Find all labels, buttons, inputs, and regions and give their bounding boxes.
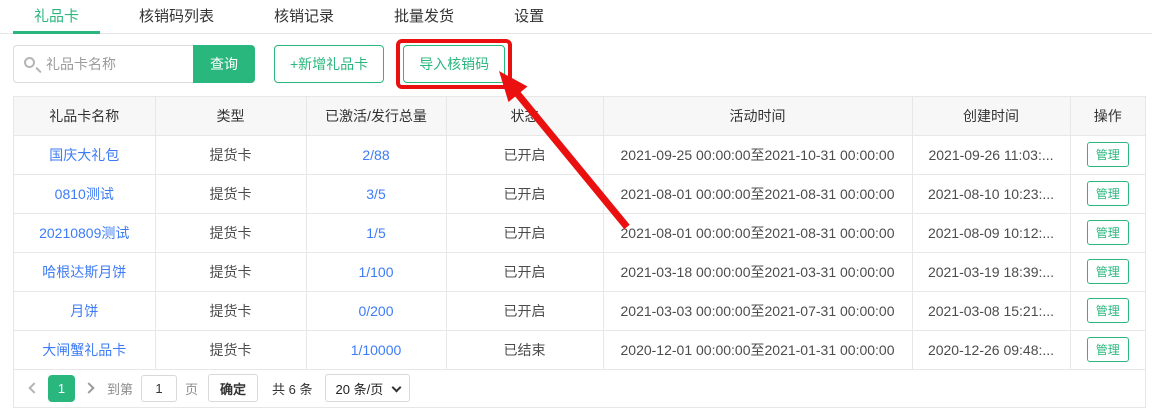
tab-gift-card[interactable]: 礼品卡 xyxy=(13,0,100,34)
pagination-bar: 1 到第 页 确定 共 6 条 20 条/页 xyxy=(14,370,1145,407)
table-row: 0810测试 提货卡 3/5 已开启 2021-08-01 00:00:00至2… xyxy=(14,174,1145,213)
tab-redeem-code-list[interactable]: 核销码列表 xyxy=(118,0,235,34)
type-cell: 提货卡 xyxy=(155,135,306,174)
page-size-value: 20 条/页 xyxy=(336,379,384,398)
manage-button[interactable]: 管理 xyxy=(1087,298,1129,323)
tab-settings[interactable]: 设置 xyxy=(493,0,565,34)
tab-bar: 礼品卡 核销码列表 核销记录 批量发货 设置 xyxy=(0,0,1152,34)
gift-card-name-link[interactable]: 20210809测试 xyxy=(39,225,129,241)
prev-page-icon[interactable] xyxy=(28,382,39,393)
header-name: 礼品卡名称 xyxy=(14,97,155,135)
toolbar: 查询 +新增礼品卡 导入核销码 xyxy=(13,40,1152,88)
gift-card-name-link[interactable]: 大闸蟹礼品卡 xyxy=(42,342,126,358)
add-gift-card-button[interactable]: +新增礼品卡 xyxy=(274,45,384,83)
status-cell: 已开启 xyxy=(446,252,603,291)
total-count-label: 共 6 条 xyxy=(272,379,312,398)
query-button[interactable]: 查询 xyxy=(193,45,255,83)
confirm-page-button[interactable]: 确定 xyxy=(208,374,258,402)
header-activity-time: 活动时间 xyxy=(603,97,912,135)
created-time-cell: 2020-12-26 09:48:... xyxy=(912,330,1070,369)
type-cell: 提货卡 xyxy=(155,252,306,291)
header-created-time: 创建时间 xyxy=(912,97,1070,135)
created-time-cell: 2021-09-26 11:03:... xyxy=(912,135,1070,174)
import-redeem-code-button[interactable]: 导入核销码 xyxy=(403,45,505,83)
gift-card-name-link[interactable]: 哈根达斯月饼 xyxy=(42,264,126,280)
gift-card-name-link[interactable]: 月饼 xyxy=(70,303,98,319)
manage-button[interactable]: 管理 xyxy=(1087,142,1129,167)
manage-button[interactable]: 管理 xyxy=(1087,337,1129,362)
activity-time-cell: 2020-12-01 00:00:00至2021-01-31 00:00:00 xyxy=(603,330,912,369)
gift-card-panel: 礼品卡名称 类型 已激活/发行总量 状态 活动时间 创建时间 操作 国庆大礼包 … xyxy=(13,96,1146,408)
search-icon xyxy=(24,57,35,68)
next-page-icon[interactable] xyxy=(83,382,94,393)
page-number-button[interactable]: 1 xyxy=(48,375,75,402)
gift-card-name-link[interactable]: 0810测试 xyxy=(55,186,114,202)
activated-count-link[interactable]: 2/88 xyxy=(362,147,389,163)
type-cell: 提货卡 xyxy=(155,291,306,330)
table-row: 20210809测试 提货卡 1/5 已开启 2021-08-01 00:00:… xyxy=(14,213,1145,252)
activity-time-cell: 2021-08-01 00:00:00至2021-08-31 00:00:00 xyxy=(603,213,912,252)
header-type: 类型 xyxy=(155,97,306,135)
activity-time-cell: 2021-09-25 00:00:00至2021-10-31 00:00:00 xyxy=(603,135,912,174)
header-status: 状态 xyxy=(446,97,603,135)
status-cell: 已开启 xyxy=(446,291,603,330)
gift-card-name-link[interactable]: 国庆大礼包 xyxy=(49,147,119,163)
activity-time-cell: 2021-03-18 00:00:00至2021-03-31 00:00:00 xyxy=(603,252,912,291)
annotation-highlight-box: 导入核销码 xyxy=(396,39,512,89)
created-time-cell: 2021-08-09 10:12:... xyxy=(912,213,1070,252)
created-time-cell: 2021-08-10 10:23:... xyxy=(912,174,1070,213)
search-input[interactable] xyxy=(13,45,193,83)
table-row: 大闸蟹礼品卡 提货卡 1/10000 已结束 2020-12-01 00:00:… xyxy=(14,330,1145,369)
table-row: 哈根达斯月饼 提货卡 1/100 已开启 2021-03-18 00:00:00… xyxy=(14,252,1145,291)
search-group: 查询 xyxy=(13,45,255,83)
gift-card-table: 礼品卡名称 类型 已激活/发行总量 状态 活动时间 创建时间 操作 国庆大礼包 … xyxy=(14,97,1145,370)
activated-count-link[interactable]: 1/5 xyxy=(366,225,385,241)
type-cell: 提货卡 xyxy=(155,213,306,252)
table-row: 月饼 提货卡 0/200 已开启 2021-03-03 00:00:00至202… xyxy=(14,291,1145,330)
status-cell: 已开启 xyxy=(446,135,603,174)
page-size-select[interactable]: 20 条/页 xyxy=(325,374,411,402)
created-time-cell: 2021-03-08 15:21:... xyxy=(912,291,1070,330)
activated-count-link[interactable]: 3/5 xyxy=(366,186,385,202)
status-cell: 已开启 xyxy=(446,174,603,213)
header-actions: 操作 xyxy=(1070,97,1145,135)
manage-button[interactable]: 管理 xyxy=(1087,181,1129,206)
goto-page-label: 到第 xyxy=(107,379,133,398)
manage-button[interactable]: 管理 xyxy=(1087,220,1129,245)
chevron-down-icon xyxy=(392,383,402,393)
table-row: 国庆大礼包 提货卡 2/88 已开启 2021-09-25 00:00:00至2… xyxy=(14,135,1145,174)
activated-count-link[interactable]: 1/100 xyxy=(358,264,393,280)
tab-batch-shipping[interactable]: 批量发货 xyxy=(373,0,475,34)
manage-button[interactable]: 管理 xyxy=(1087,259,1129,284)
type-cell: 提货卡 xyxy=(155,174,306,213)
header-activated: 已激活/发行总量 xyxy=(306,97,446,135)
status-cell: 已开启 xyxy=(446,213,603,252)
activity-time-cell: 2021-08-01 00:00:00至2021-08-31 00:00:00 xyxy=(603,174,912,213)
activated-count-link[interactable]: 0/200 xyxy=(358,303,393,319)
table-header-row: 礼品卡名称 类型 已激活/发行总量 状态 活动时间 创建时间 操作 xyxy=(14,97,1145,135)
status-cell: 已结束 xyxy=(446,330,603,369)
page-unit-label: 页 xyxy=(185,379,198,398)
activity-time-cell: 2021-03-03 00:00:00至2021-07-31 00:00:00 xyxy=(603,291,912,330)
activated-count-link[interactable]: 1/10000 xyxy=(351,342,402,358)
created-time-cell: 2021-03-19 18:39:... xyxy=(912,252,1070,291)
goto-page-input[interactable] xyxy=(141,375,177,402)
tab-redeem-records[interactable]: 核销记录 xyxy=(253,0,355,34)
type-cell: 提货卡 xyxy=(155,330,306,369)
